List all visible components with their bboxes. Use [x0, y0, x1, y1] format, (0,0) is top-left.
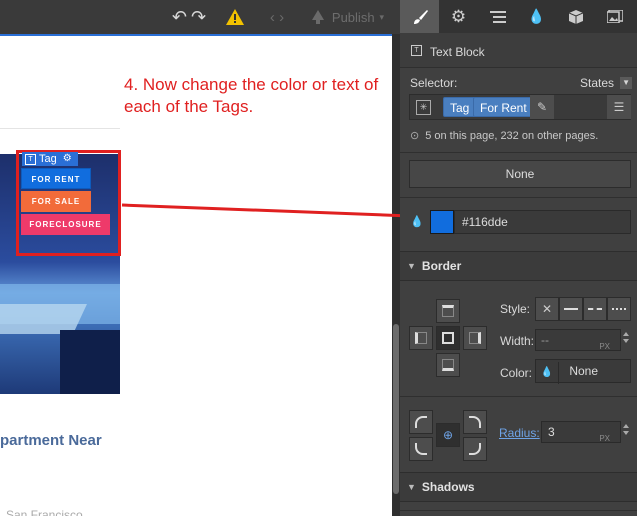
none-button[interactable]: None [409, 160, 631, 188]
box-icon[interactable] [556, 0, 595, 33]
panel-tabs: ⚙ 💧 [400, 0, 637, 33]
border-top-button[interactable] [436, 299, 460, 323]
text-block-icon: T [411, 45, 422, 56]
border-style-dotted-button[interactable] [607, 297, 631, 321]
shadows-section-header[interactable]: ▼ Shadows [400, 472, 637, 502]
caret-down-icon: ▼ [407, 482, 416, 492]
text-block-icon: ✳ [416, 100, 431, 115]
brush-icon[interactable] [400, 0, 439, 33]
border-color-label: Color: [500, 366, 533, 380]
border-width-value: -- [541, 333, 549, 347]
border-style-solid-button[interactable] [559, 297, 583, 321]
assets-icon[interactable] [595, 0, 634, 33]
states-label: States [580, 76, 615, 90]
border-style-dashed-button[interactable] [583, 297, 607, 321]
border-width-input[interactable]: -- PX [535, 329, 621, 351]
radius-input[interactable]: 3 PX [541, 421, 621, 443]
edit-selector-icon[interactable]: ✎ [530, 95, 554, 119]
border-width-stepper[interactable] [622, 329, 630, 351]
caret-down-icon: ▼ [407, 261, 416, 271]
selector-label: Selector: [410, 76, 458, 90]
radius-all-button[interactable]: ⊕ [436, 423, 460, 447]
radius-top-left-button[interactable] [409, 410, 433, 434]
navigator-icon[interactable] [478, 0, 517, 33]
usage-info: ⊙ 5 on this page, 232 on other pages. [410, 129, 599, 143]
radius-bottom-right-button[interactable] [463, 437, 487, 461]
element-type-label: Text Block [430, 45, 485, 59]
chevron-down-icon: ▼ [620, 77, 633, 89]
drops-icon: 💧 [536, 362, 559, 384]
radius-stepper[interactable] [622, 421, 630, 443]
color-swatch[interactable] [430, 210, 454, 234]
drops-icon: 💧 [410, 216, 424, 228]
radius-label[interactable]: Radius: [499, 426, 540, 440]
radius-unit: PX [599, 434, 610, 443]
selector-chip-for-rent[interactable]: For Rent [473, 97, 534, 117]
target-icon: ⊙ [410, 130, 420, 142]
style-panel: ⚙ 💧 T Text Block Selector: States ▼ ✳ Ta… [400, 0, 637, 516]
element-header: T Text Block [400, 33, 637, 67]
radius-value: 3 [548, 425, 555, 439]
border-section-title: Border [421, 259, 462, 273]
border-style-none-button[interactable]: ✕ [535, 297, 559, 321]
border-width-unit: PX [599, 342, 610, 351]
border-section-header[interactable]: ▼ Border [400, 251, 637, 281]
border-style-label: Style: [500, 302, 531, 316]
border-bottom-button[interactable] [436, 353, 460, 377]
shadows-section-title: Shadows [421, 480, 475, 494]
selector-menu-icon[interactable]: ☰ [607, 95, 631, 119]
radius-bottom-left-button[interactable] [409, 437, 433, 461]
usage-text: 5 on this page, 232 on other pages. [425, 129, 599, 142]
selector-chip-tag[interactable]: Tag [443, 97, 477, 117]
states-dropdown[interactable]: States ▼ [580, 76, 633, 90]
gear-icon[interactable]: ⚙ [439, 0, 478, 33]
radius-top-right-button[interactable] [463, 410, 487, 434]
color-hex-input[interactable]: #116dde [454, 210, 631, 234]
border-left-button[interactable] [409, 326, 433, 350]
drops-icon[interactable]: 💧 [517, 0, 556, 33]
border-width-label: Width: [500, 334, 535, 348]
selector-field[interactable]: ✳ Tag For Rent ✎ ☰ [409, 94, 631, 120]
border-all-button[interactable] [436, 326, 460, 350]
border-color-input[interactable]: 💧 None [535, 359, 631, 384]
border-right-button[interactable] [463, 326, 487, 350]
border-color-value: None [569, 364, 599, 378]
